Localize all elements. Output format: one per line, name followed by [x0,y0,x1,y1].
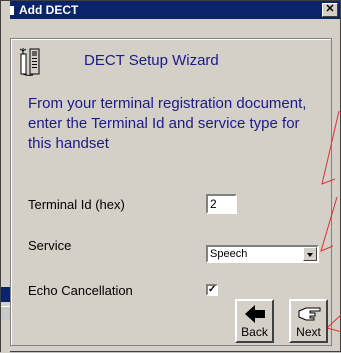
service-selected-value: Speech [210,248,248,260]
wizard-title: DECT Setup Wizard [84,52,219,69]
back-button-label: Back [241,325,268,339]
terminal-id-input[interactable]: 2 [206,194,237,214]
echo-cancellation-checkbox[interactable]: ✓ [206,284,218,296]
echo-cancellation-label: Echo Cancellation [28,283,133,298]
service-select[interactable]: Speech [206,245,319,263]
next-button-label: Next [296,325,321,339]
next-button[interactable]: Next [289,299,328,343]
add-dect-window: Add DECT ✕ DECT Setup Wizard From your t… [0,0,341,353]
pointing-hand-icon [298,307,321,321]
title-bar[interactable]: Add DECT ✕ [1,1,340,19]
arrow-left-icon [245,305,265,323]
terminal-id-label: Terminal Id (hex) [28,197,125,212]
window-title: Add DECT [19,3,79,17]
background-list-selected-row [1,287,10,302]
close-button[interactable]: ✕ [322,3,338,17]
back-button[interactable]: Back [235,299,274,343]
wizard-panel [10,38,332,346]
dect-handset-icon [19,46,45,76]
background-list-row [1,306,10,320]
wizard-instructions: From your terminal registration document… [28,95,307,152]
chevron-down-icon[interactable] [303,247,317,261]
service-label: Service [28,238,72,253]
